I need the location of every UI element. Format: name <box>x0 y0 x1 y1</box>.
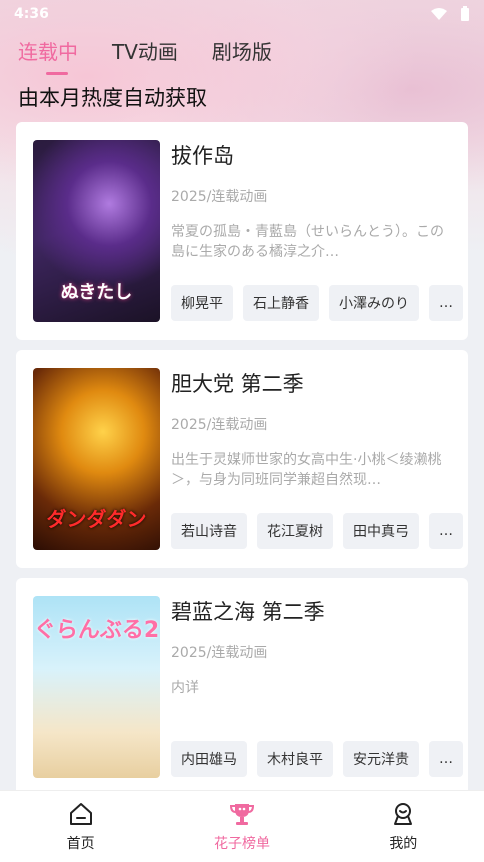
anime-meta: 2025/连载动画 <box>171 417 268 433</box>
cast-chip[interactable]: 田中真弓 <box>343 513 419 549</box>
anime-card[interactable]: ぬきたし 拔作岛 2025/连载动画 常夏の孤島・青藍島（せいらんとう）。この島… <box>16 122 468 340</box>
category-tabs: 连载中 TV动画 剧场版 <box>18 36 272 75</box>
anime-poster[interactable]: ダンダダン <box>33 368 160 550</box>
anime-card[interactable]: ぐらんぶる2 碧蓝之海 第二季 2025/连载动画 内详 内田雄马 木村良平 安… <box>16 578 468 796</box>
nav-home[interactable]: 首页 <box>0 791 161 862</box>
cast-chip[interactable]: 石上静香 <box>243 285 319 321</box>
bottom-navigation: 首页 花子榜单 我的 <box>0 790 484 862</box>
anime-poster[interactable]: ぐらんぶる2 <box>33 596 160 778</box>
nav-home-label: 首页 <box>66 835 95 852</box>
status-time: 4:36 <box>14 6 49 22</box>
tab-tv-anime[interactable]: TV动画 <box>112 36 178 75</box>
cast-chip[interactable]: 内田雄马 <box>171 741 247 777</box>
anime-poster[interactable]: ぬきたし <box>33 140 160 322</box>
wifi-icon <box>431 8 447 20</box>
nav-profile-label: 我的 <box>389 835 418 852</box>
battery-icon <box>461 6 469 21</box>
cast-chips: 柳晃平 石上静香 小澤みのり … <box>171 285 463 321</box>
cast-chip[interactable]: 小澤みのり <box>329 285 419 321</box>
section-subtitle: 由本月热度自动获取 <box>18 86 207 110</box>
user-icon <box>394 802 413 825</box>
nav-ranking[interactable]: 花子榜单 <box>161 791 322 862</box>
anime-description: 出生于灵媒师世家的女高中生·小桃＜绫濑桃＞，与身为同班同学兼超自然现… <box>171 452 442 488</box>
nav-profile[interactable]: 我的 <box>323 791 484 862</box>
anime-info: 胆大党 第二季 2025/连载动画 出生于灵媒师世家的女高中生·小桃＜绫濑桃＞，… <box>171 368 468 550</box>
anime-meta: 2025/连载动画 <box>171 189 268 205</box>
tab-serializing[interactable]: 连载中 <box>18 36 78 75</box>
cast-chip[interactable]: 若山诗音 <box>171 513 247 549</box>
anime-description: 内详 <box>171 680 199 696</box>
anime-title: 碧蓝之海 第二季 <box>171 600 325 624</box>
anime-info: 碧蓝之海 第二季 2025/连载动画 内详 内田雄马 木村良平 安元洋贵 … <box>171 596 468 778</box>
cast-chip[interactable]: 柳晃平 <box>171 285 233 321</box>
home-icon <box>69 802 92 825</box>
poster-logo-text: ぐらんぶる2 <box>33 618 160 643</box>
cast-chips: 若山诗音 花江夏树 田中真弓 … <box>171 513 463 549</box>
anime-list: ぬきたし 拔作岛 2025/连载动画 常夏の孤島・青藍島（せいらんとう）。この島… <box>16 122 468 806</box>
trophy-icon <box>229 803 254 825</box>
nav-ranking-label: 花子榜单 <box>213 835 270 852</box>
status-icons <box>430 6 470 22</box>
anime-title: 拔作岛 <box>171 144 234 168</box>
cast-chips: 内田雄马 木村良平 安元洋贵 … <box>171 741 463 777</box>
anime-card[interactable]: ダンダダン 胆大党 第二季 2025/连载动画 出生于灵媒师世家的女高中生·小桃… <box>16 350 468 568</box>
tab-movies[interactable]: 剧场版 <box>212 36 272 75</box>
anime-meta: 2025/连载动画 <box>171 645 268 661</box>
cast-chip[interactable]: 安元洋贵 <box>343 741 419 777</box>
anime-title: 胆大党 第二季 <box>171 372 304 396</box>
poster-logo-text: ダンダダン <box>46 507 147 531</box>
cast-chip[interactable]: … <box>429 513 463 549</box>
cast-chip[interactable]: 木村良平 <box>257 741 333 777</box>
cast-chip[interactable]: … <box>429 741 463 777</box>
status-bar: 4:36 <box>0 0 484 28</box>
poster-logo-text: ぬきたし <box>60 282 133 303</box>
cast-chip[interactable]: … <box>429 285 463 321</box>
cast-chip[interactable]: 花江夏树 <box>257 513 333 549</box>
anime-info: 拔作岛 2025/连载动画 常夏の孤島・青藍島（せいらんとう）。この島に生家のあ… <box>171 140 468 322</box>
anime-description: 常夏の孤島・青藍島（せいらんとう）。この島に生家のある橘淳之介… <box>171 224 444 260</box>
